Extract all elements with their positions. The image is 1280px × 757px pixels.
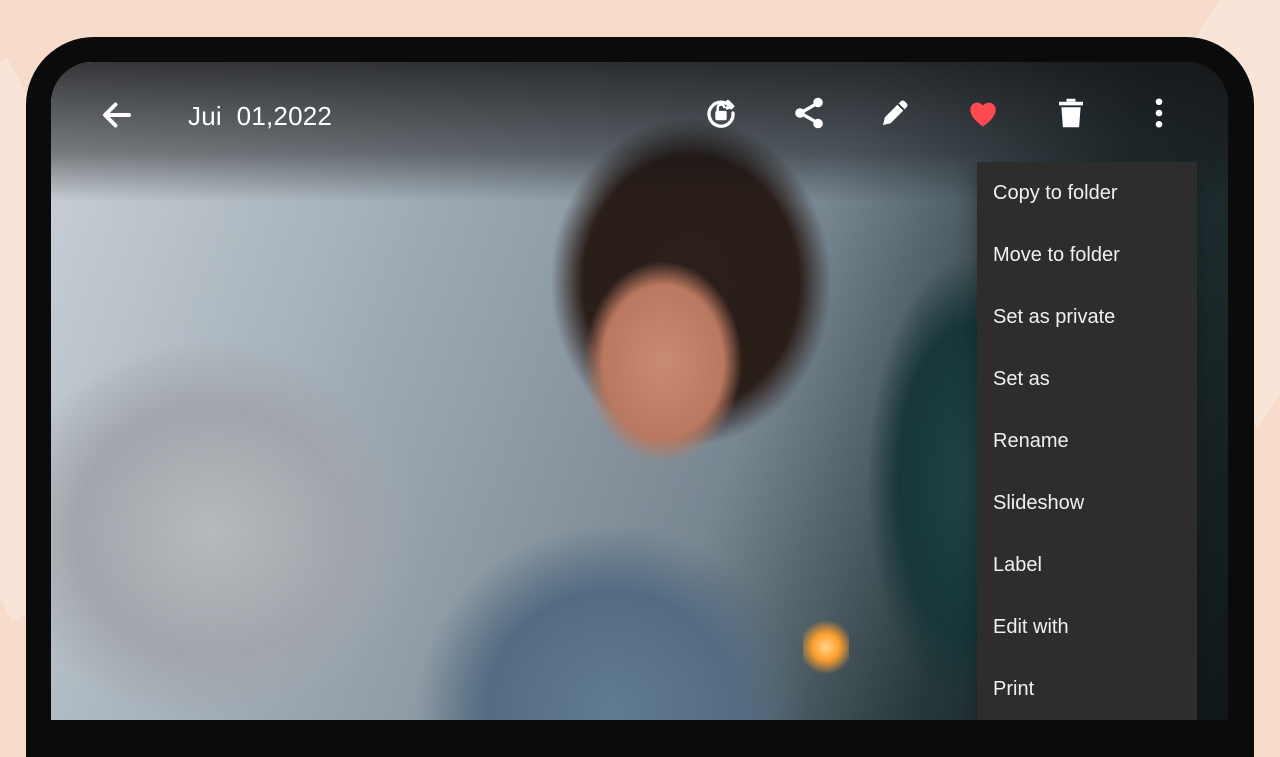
overflow-menu: Copy to folder Move to folder Set as pri… [977,162,1197,720]
menu-item-set-as[interactable]: Set as [977,348,1197,410]
share-button[interactable] [785,89,833,137]
back-arrow-icon [103,102,131,128]
rotate-lock-button[interactable] [697,89,745,137]
menu-item-set-as-private[interactable]: Set as private [977,286,1197,348]
favorite-button[interactable] [959,89,1007,137]
edit-button[interactable] [871,89,919,137]
back-button[interactable] [93,91,141,139]
trash-icon [1059,98,1083,128]
menu-item-slideshow[interactable]: Slideshow [977,472,1197,534]
rotate-lock-icon [707,99,735,128]
photo-date: Jui 01,2022 [188,101,333,131]
menu-item-copy-to-folder[interactable]: Copy to folder [977,162,1197,224]
menu-item-move-to-folder[interactable]: Move to folder [977,224,1197,286]
photo-viewer-screen: Jui 01,2022 Copy to folder Move to folde… [51,62,1228,720]
sparkler-light [803,617,849,677]
share-icon [795,97,823,129]
menu-item-print[interactable]: Print [977,658,1197,720]
more-vertical-icon [1155,98,1163,128]
menu-item-label[interactable]: Label [977,534,1197,596]
more-options-button[interactable] [1135,89,1183,137]
delete-button[interactable] [1047,89,1095,137]
heart-icon [970,102,996,127]
menu-item-rename[interactable]: Rename [977,410,1197,472]
pencil-icon [883,100,908,125]
menu-item-edit-with[interactable]: Edit with [977,596,1197,658]
